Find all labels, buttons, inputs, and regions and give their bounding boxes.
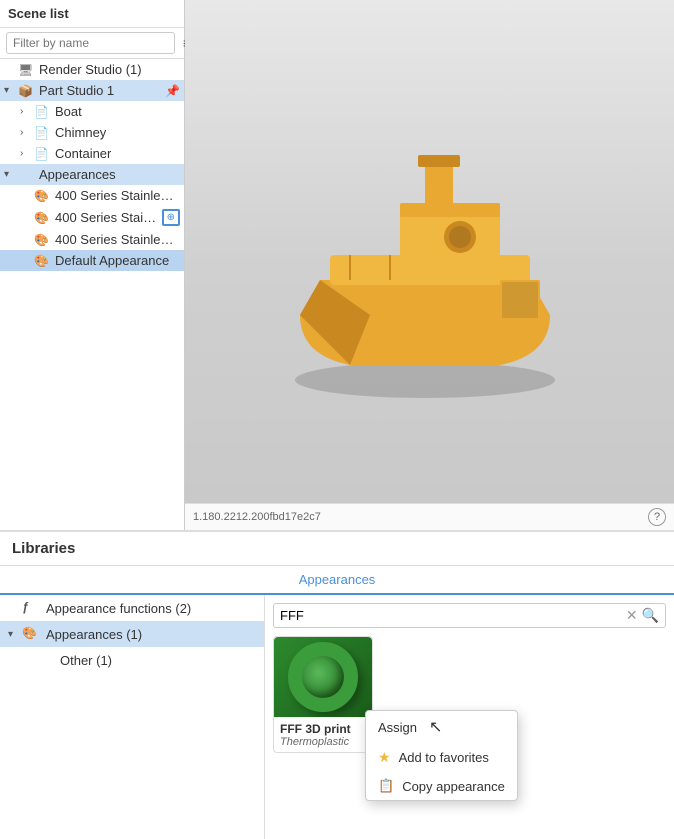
search-bar: ✕ 🔍 (273, 603, 666, 628)
help-icon[interactable]: ? (648, 508, 666, 526)
cursor-indicator: ↖ (429, 717, 442, 737)
libraries-tabs: Appearances (0, 566, 674, 595)
tree-label-stainless3: 400 Series Stainless... (55, 232, 180, 247)
tree-item-default-appearance[interactable]: 🎨 Default Appearance (0, 250, 184, 271)
product-image (274, 637, 372, 717)
product-name: FFF 3D print (280, 722, 366, 736)
filter-bar: ≡ (0, 28, 184, 59)
tree-item-container[interactable]: › 📄 Container (0, 143, 184, 164)
pin-icon: 📌 (165, 84, 180, 98)
tree-item-chimney[interactable]: › 📄 Chimney (0, 122, 184, 143)
chimney-icon: 📄 (34, 126, 52, 140)
product-card[interactable]: FFF 3D print Thermoplastic (273, 636, 373, 753)
context-menu-item-copy-appearance[interactable]: 📋 Copy appearance (366, 772, 517, 800)
context-menu-item-add-to-favorites[interactable]: ★ Add to favorites (366, 743, 517, 772)
tree-arrow-chimney: › (20, 127, 34, 138)
tree-arrow-appearances: ▾ (4, 169, 18, 180)
stainless1-icon: 🎨 (34, 189, 52, 203)
boat-model (270, 115, 590, 415)
tree-label-part-studio: Part Studio 1 (39, 83, 114, 98)
filament-icon (288, 642, 358, 712)
star-icon: ★ (378, 749, 391, 766)
tree-label-stainless1: 400 Series Stainless... (55, 188, 180, 203)
scene-list-header: Scene list (0, 0, 184, 28)
default-appearance-icon: 🎨 (34, 254, 52, 268)
search-input[interactable] (280, 608, 626, 623)
libraries-section: Libraries Appearances ƒ Appearance funct… (0, 530, 674, 839)
lib-item-appearances[interactable]: ▾ 🎨 Appearances (1) (0, 621, 264, 647)
filter-input[interactable] (6, 32, 175, 54)
copy-appearance-label: Copy appearance (402, 779, 505, 794)
lib-label-functions: Appearance functions (2) (46, 601, 191, 616)
stainless3-icon: 🎨 (34, 233, 52, 247)
search-clear-icon[interactable]: ✕ (626, 607, 638, 624)
libraries-header: Libraries (0, 532, 674, 566)
libraries-sidebar: ƒ Appearance functions (2) ▾ 🎨 Appearanc… (0, 595, 265, 839)
lib-icon-functions: ƒ (22, 600, 42, 616)
scene-list-panel: Scene list ≡ 🖥 Render Studio (1) ▾ 📦 Par… (0, 0, 185, 530)
lib-label-appearances: Appearances (1) (46, 627, 142, 642)
tree-item-stainless1[interactable]: 🎨 400 Series Stainless... (0, 185, 184, 206)
tree-item-boat[interactable]: › 📄 Boat (0, 101, 184, 122)
appearances-group-icon (18, 168, 36, 182)
part-studio-icon: 📦 (18, 84, 36, 98)
scene-tree: 🖥 Render Studio (1) ▾ 📦 Part Studio 1 📌 … (0, 59, 184, 530)
tab-appearances[interactable]: Appearances (279, 566, 396, 595)
tree-label-appearances: Appearances (39, 167, 116, 182)
libraries-content: ƒ Appearance functions (2) ▾ 🎨 Appearanc… (0, 595, 674, 839)
tree-label-render-studio: Render Studio (1) (39, 62, 142, 77)
version-text: 1.180.2212.200fbd17e2c7 (193, 511, 321, 523)
context-menu: Assign ↖ ★ Add to favorites 📋 Copy appea… (365, 710, 518, 801)
product-subtitle: Thermoplastic (280, 736, 366, 748)
tree-item-part-studio[interactable]: ▾ 📦 Part Studio 1 📌 (0, 80, 184, 101)
tree-item-stainless2[interactable]: 🎨 400 Series Stainless... ⊕ (0, 206, 184, 229)
lib-arrow-appearances: ▾ (8, 629, 22, 640)
lib-icon-other (36, 652, 56, 668)
context-menu-item-assign[interactable]: Assign ↖ (366, 711, 517, 743)
render-studio-icon: 🖥 (18, 63, 36, 77)
tree-arrow-part-studio: ▾ (4, 85, 18, 96)
tree-item-appearances[interactable]: ▾ Appearances (0, 164, 184, 185)
lib-icon-appearances: 🎨 (22, 626, 42, 642)
tree-label-container: Container (55, 146, 111, 161)
tree-item-render-studio[interactable]: 🖥 Render Studio (1) (0, 59, 184, 80)
tree-label-stainless2: 400 Series Stainless... (55, 210, 162, 225)
add-favorites-label: Add to favorites (399, 750, 489, 765)
version-bar: 1.180.2212.200fbd17e2c7 ? (185, 503, 674, 530)
tree-label-chimney: Chimney (55, 125, 106, 140)
lib-label-other: Other (1) (60, 653, 112, 668)
tree-arrow-boat: › (20, 106, 34, 117)
assign-label: Assign (378, 720, 417, 735)
boat-icon: 📄 (34, 105, 52, 119)
copy-icon: 📋 (378, 778, 394, 794)
tree-label-default-appearance: Default Appearance (55, 253, 169, 268)
target-icon[interactable]: ⊕ (162, 209, 180, 226)
stainless2-icon: 🎨 (34, 211, 52, 225)
lib-item-other[interactable]: Other (1) (0, 647, 264, 673)
search-icon[interactable]: 🔍 (642, 607, 659, 624)
product-info: FFF 3D print Thermoplastic (274, 717, 372, 752)
tree-item-stainless3[interactable]: 🎨 400 Series Stainless... (0, 229, 184, 250)
container-icon: 📄 (34, 147, 52, 161)
tree-label-boat: Boat (55, 104, 82, 119)
tree-arrow-container: › (20, 148, 34, 159)
3d-viewport[interactable]: 1.180.2212.200fbd17e2c7 ? (185, 0, 674, 530)
lib-item-appearance-functions[interactable]: ƒ Appearance functions (2) (0, 595, 264, 621)
libraries-main: ✕ 🔍 FFF 3D print Thermoplastic Assign ↖ (265, 595, 674, 839)
